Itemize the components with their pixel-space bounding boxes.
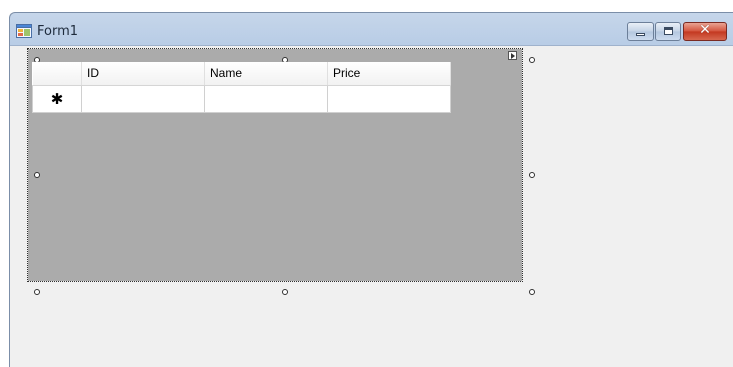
- maximize-button[interactable]: [655, 22, 681, 41]
- cell-id[interactable]: [81, 84, 205, 113]
- column-header-row: ID Name Price: [32, 62, 451, 86]
- column-header-name[interactable]: Name: [204, 62, 328, 86]
- close-icon: ✕: [699, 22, 711, 38]
- cell-price[interactable]: [327, 84, 451, 113]
- resize-handle-bottom-right[interactable]: [529, 289, 535, 295]
- maximize-icon: [664, 27, 673, 35]
- window-title: Form1: [37, 24, 79, 39]
- smart-tag-arrow-icon[interactable]: [508, 51, 517, 60]
- winforms-form-icon: [16, 24, 32, 38]
- title-bar[interactable]: Form1 ✕: [10, 13, 733, 45]
- resize-handle-middle-left[interactable]: [34, 172, 40, 178]
- grid-table: ID Name Price ✱: [32, 62, 451, 113]
- minimize-button[interactable]: [627, 22, 654, 41]
- resize-handle-middle-right[interactable]: [529, 172, 535, 178]
- minimize-icon: [636, 33, 645, 36]
- column-header-id[interactable]: ID: [81, 62, 205, 86]
- header-corner-cell[interactable]: [32, 62, 82, 86]
- column-header-price[interactable]: Price: [327, 62, 451, 86]
- resize-handle-bottom-center[interactable]: [282, 289, 288, 295]
- resize-handle-top-right[interactable]: [529, 57, 535, 63]
- close-button[interactable]: ✕: [683, 22, 727, 41]
- new-row-marker-icon[interactable]: ✱: [32, 84, 82, 113]
- resize-handle-bottom-left[interactable]: [34, 289, 40, 295]
- new-row: ✱: [32, 84, 451, 113]
- cell-name[interactable]: [204, 84, 328, 113]
